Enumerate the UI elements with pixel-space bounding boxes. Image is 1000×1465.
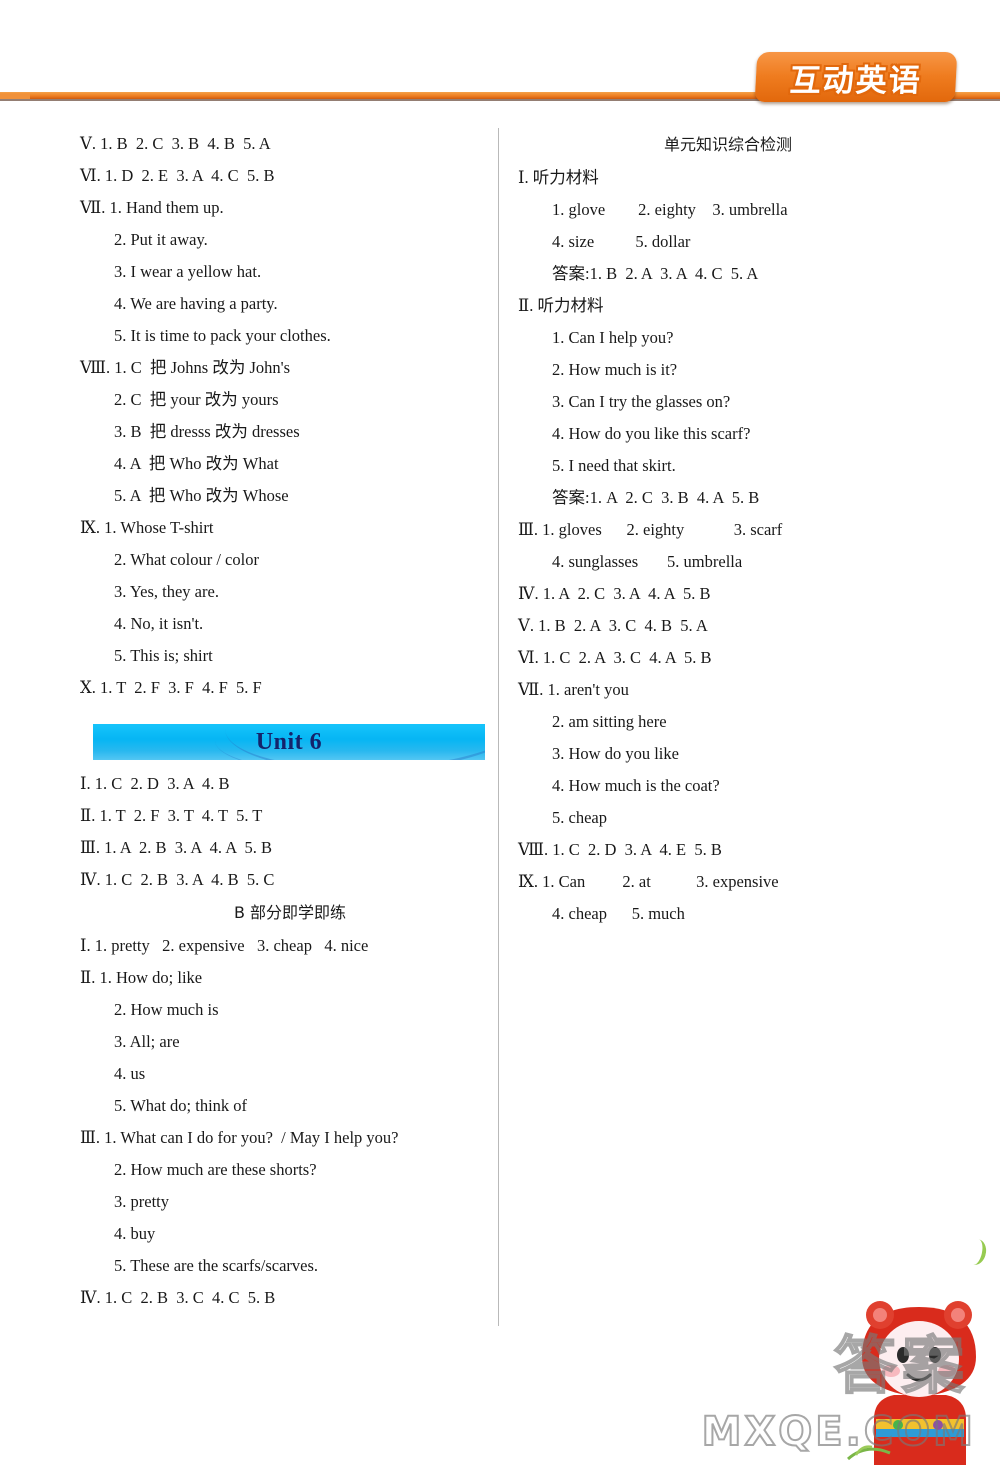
answer-line: 2. How much is [114,1000,219,1019]
answer-line: 4. buy [114,1224,156,1243]
leaf-decoration-icon [963,1237,989,1267]
answer-line: Ⅰ. 1. pretty 2. expensive 3. cheap 4. ni… [80,936,369,955]
left-column: Ⅴ. 1. B 2. C 3. B 4. B 5. A Ⅵ. 1. D 2. E… [80,128,500,1314]
answer-line: 4. size 5. dollar [552,232,691,251]
answer-line: 3. All; are [114,1032,180,1051]
answer-line: 4. How do you like this scarf? [552,424,751,443]
answer-line: Ⅶ. 1. Hand them up. [80,198,224,217]
answer-line: 4. How much is the coat? [552,776,720,795]
answer-line: Ⅱ. 1. How do; like [80,968,203,987]
answer-line: Ⅸ. 1. Whose T-shirt [80,518,214,537]
answer-line: Ⅲ. 1. What can I do for you? / May I hel… [80,1128,399,1147]
answer-line: 5. What do; think of [114,1096,248,1115]
answer-line: Ⅴ. 1. B 2. A 3. C 4. B 5. A [518,616,708,635]
answer-line: 1. Can I help you? [552,328,674,347]
answer-line: Ⅰ. 听力材料 [518,168,599,187]
answer-line: Ⅵ. 1. C 2. A 3. C 4. A 5. B [518,648,712,667]
answer-line: Ⅲ. 1. gloves 2. eighty 3. scarf [518,520,783,539]
answer-line: 4. No, it isn't. [114,614,204,633]
answer-line: Ⅵ. 1. D 2. E 3. A 4. C 5. B [80,166,275,185]
answer-line: 答案:1. A 2. C 3. B 4. A 5. B [552,488,760,507]
page-header: 互动英语 [0,0,1000,118]
section-b-heading: B 部分即学即练 [233,903,347,922]
answer-line: Ⅴ. 1. B 2. C 3. B 4. B 5. A [80,134,271,153]
answer-line: Ⅷ. 1. C 2. D 3. A 4. E 5. B [518,840,722,859]
answer-line: 2. How much are these shorts? [114,1160,317,1179]
right-column-heading: 单元知识综合检测 [663,135,792,154]
answer-line: 5. I need that skirt. [552,456,676,475]
answer-line: Ⅹ. 1. T 2. F 3. F 4. F 5. F [80,678,262,697]
answer-line: 4. cheap 5. much [552,904,685,923]
answer-line: 4. us [114,1064,146,1083]
answer-line: 5. It is time to pack your clothes. [114,326,331,345]
answer-line: 3. B 把 dresss 改为 dresses [114,422,300,441]
answer-line: 2. Put it away. [114,230,208,249]
unit-banner-title: Unit 6 [255,728,323,755]
brand-logo-label: 互动英语 [788,62,923,99]
answer-line: 3. Yes, they are. [114,582,219,601]
answer-line: 2. am sitting here [552,712,667,731]
watermark-url: MXQE.COM [701,1408,976,1456]
answer-line: Ⅳ. 1. C 2. B 3. C 4. C 5. B [80,1288,276,1307]
answer-line: 3. How do you like [552,744,679,763]
answer-line: 5. This is; shirt [114,646,213,665]
answer-line: 3. Can I try the glasses on? [552,392,731,411]
answer-line: Ⅳ. 1. C 2. B 3. A 4. B 5. C [80,870,275,889]
right-column: 单元知识综合检测 Ⅰ. 听力材料 1. glove 2. eighty 3. u… [518,128,938,930]
answer-line: 5. A 把 Who 改为 Whose [114,486,289,505]
answer-line: 5. cheap [552,808,607,827]
answer-line: Ⅳ. 1. A 2. C 3. A 4. A 5. B [518,584,711,603]
answer-line: Ⅲ. 1. A 2. B 3. A 4. A 5. B [80,838,272,857]
header-orange-rule-cap [0,94,30,99]
answer-line: Ⅱ. 1. T 2. F 3. T 4. T 5. T [80,806,263,825]
answer-line: Ⅸ. 1. Can 2. at 3. expensive [518,872,779,891]
answer-line: Ⅶ. 1. aren't you [518,680,629,699]
answer-line: 4. We are having a party. [114,294,278,313]
answer-line: 1. glove 2. eighty 3. umbrella [552,200,788,219]
answer-line: 5. These are the scarfs/scarves. [114,1256,319,1275]
page-number: 177 [874,1342,968,1391]
answer-line: 3. I wear a yellow hat. [114,262,262,281]
answer-line: 3. pretty [114,1192,169,1211]
answer-line: Ⅰ. 1. C 2. D 3. A 4. B [80,774,230,793]
answer-line: Ⅷ. 1. C 把 Johns 改为 John's [80,358,291,377]
answer-line: Ⅱ. 听力材料 [518,296,604,315]
answer-line: 4. A 把 Who 改为 What [114,454,279,473]
answer-line: 4. sunglasses 5. umbrella [552,552,743,571]
answer-line: 2. C 把 your 改为 yours [114,390,279,409]
answer-line: 2. How much is it? [552,360,678,379]
answer-line: 答案:1. B 2. A 3. A 4. C 5. A [552,264,759,283]
answer-line: 2. What colour / color [114,550,259,569]
